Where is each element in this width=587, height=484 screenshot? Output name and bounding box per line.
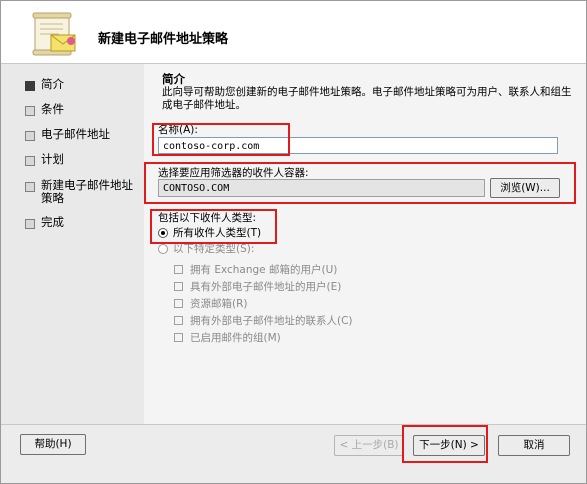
nav-step-label: 电子邮件地址 bbox=[41, 127, 110, 141]
nav-step-label: 条件 bbox=[41, 102, 64, 116]
wizard-steps-sidebar: 简介 条件 电子邮件地址 计划 新建电子邮件地址策略 完成 bbox=[1, 64, 144, 424]
checkbox-icon[interactable] bbox=[174, 316, 183, 325]
cancel-button[interactable]: 取消 bbox=[498, 435, 570, 456]
wizard-footer: 帮助(H) < 上一步(B) 下一步(N) > 取消 bbox=[1, 425, 586, 483]
checkbox-icon[interactable] bbox=[174, 282, 183, 291]
checkbox-resource-mailboxes[interactable]: 资源邮箱(R) bbox=[174, 296, 248, 311]
nav-step-intro: 简介 bbox=[25, 78, 141, 91]
step-icon bbox=[25, 106, 35, 116]
highlight-container-field bbox=[144, 162, 576, 204]
back-button[interactable]: < 上一步(B) bbox=[334, 435, 404, 456]
highlight-name-field bbox=[152, 123, 290, 156]
checkbox-label: 拥有 Exchange 邮箱的用户(U) bbox=[190, 264, 338, 276]
nav-step-conditions: 条件 bbox=[25, 103, 141, 116]
checkbox-icon[interactable] bbox=[174, 299, 183, 308]
checkbox-label: 拥有外部电子邮件地址的联系人(C) bbox=[190, 315, 353, 327]
nav-step-label: 计划 bbox=[41, 152, 64, 166]
step-icon bbox=[25, 182, 35, 192]
help-button[interactable]: 帮助(H) bbox=[20, 434, 86, 455]
wizard-header: 新建电子邮件地址策略 bbox=[1, 1, 586, 63]
step-icon bbox=[25, 156, 35, 166]
wizard-title: 新建电子邮件地址策略 bbox=[98, 32, 229, 47]
highlight-recipient-types bbox=[150, 209, 277, 244]
section-title: 简介 bbox=[162, 72, 185, 86]
nav-step-schedule: 计划 bbox=[25, 153, 141, 166]
nav-step-email-address: 电子邮件地址 bbox=[25, 128, 141, 141]
step-icon bbox=[25, 219, 35, 229]
scroll-icon bbox=[29, 11, 81, 57]
checkbox-external-users[interactable]: 具有外部电子邮件地址的用户(E) bbox=[174, 279, 341, 294]
nav-step-new-policy: 新建电子邮件地址策略 bbox=[25, 179, 141, 205]
radio-unselected-icon[interactable] bbox=[158, 243, 168, 254]
nav-step-complete: 完成 bbox=[25, 216, 141, 229]
checkbox-mail-enabled-groups[interactable]: 已启用邮件的组(M) bbox=[174, 330, 281, 345]
checkbox-external-contacts[interactable]: 拥有外部电子邮件地址的联系人(C) bbox=[174, 313, 353, 328]
highlight-next-button bbox=[402, 425, 488, 463]
checkbox-icon[interactable] bbox=[174, 265, 183, 274]
step-active-icon bbox=[25, 81, 35, 91]
checkbox-label: 资源邮箱(R) bbox=[190, 298, 248, 310]
nav-step-label: 新建电子邮件地址策略 bbox=[41, 178, 133, 205]
step-icon bbox=[25, 131, 35, 141]
checkbox-icon[interactable] bbox=[174, 333, 183, 342]
checkbox-mailbox-users[interactable]: 拥有 Exchange 邮箱的用户(U) bbox=[174, 262, 337, 277]
nav-step-label: 完成 bbox=[41, 215, 64, 229]
wizard-content: 简介 此向导可帮助您创建新的电子邮件地址策略。电子邮件地址策略可为用户、联系人和… bbox=[144, 64, 586, 424]
intro-description: 此向导可帮助您创建新的电子邮件地址策略。电子邮件地址策略可为用户、联系人和组生成… bbox=[162, 86, 572, 111]
checkbox-label: 具有外部电子邮件地址的用户(E) bbox=[190, 281, 342, 293]
checkbox-label: 已启用邮件的组(M) bbox=[190, 332, 281, 344]
nav-step-label: 简介 bbox=[41, 77, 64, 91]
